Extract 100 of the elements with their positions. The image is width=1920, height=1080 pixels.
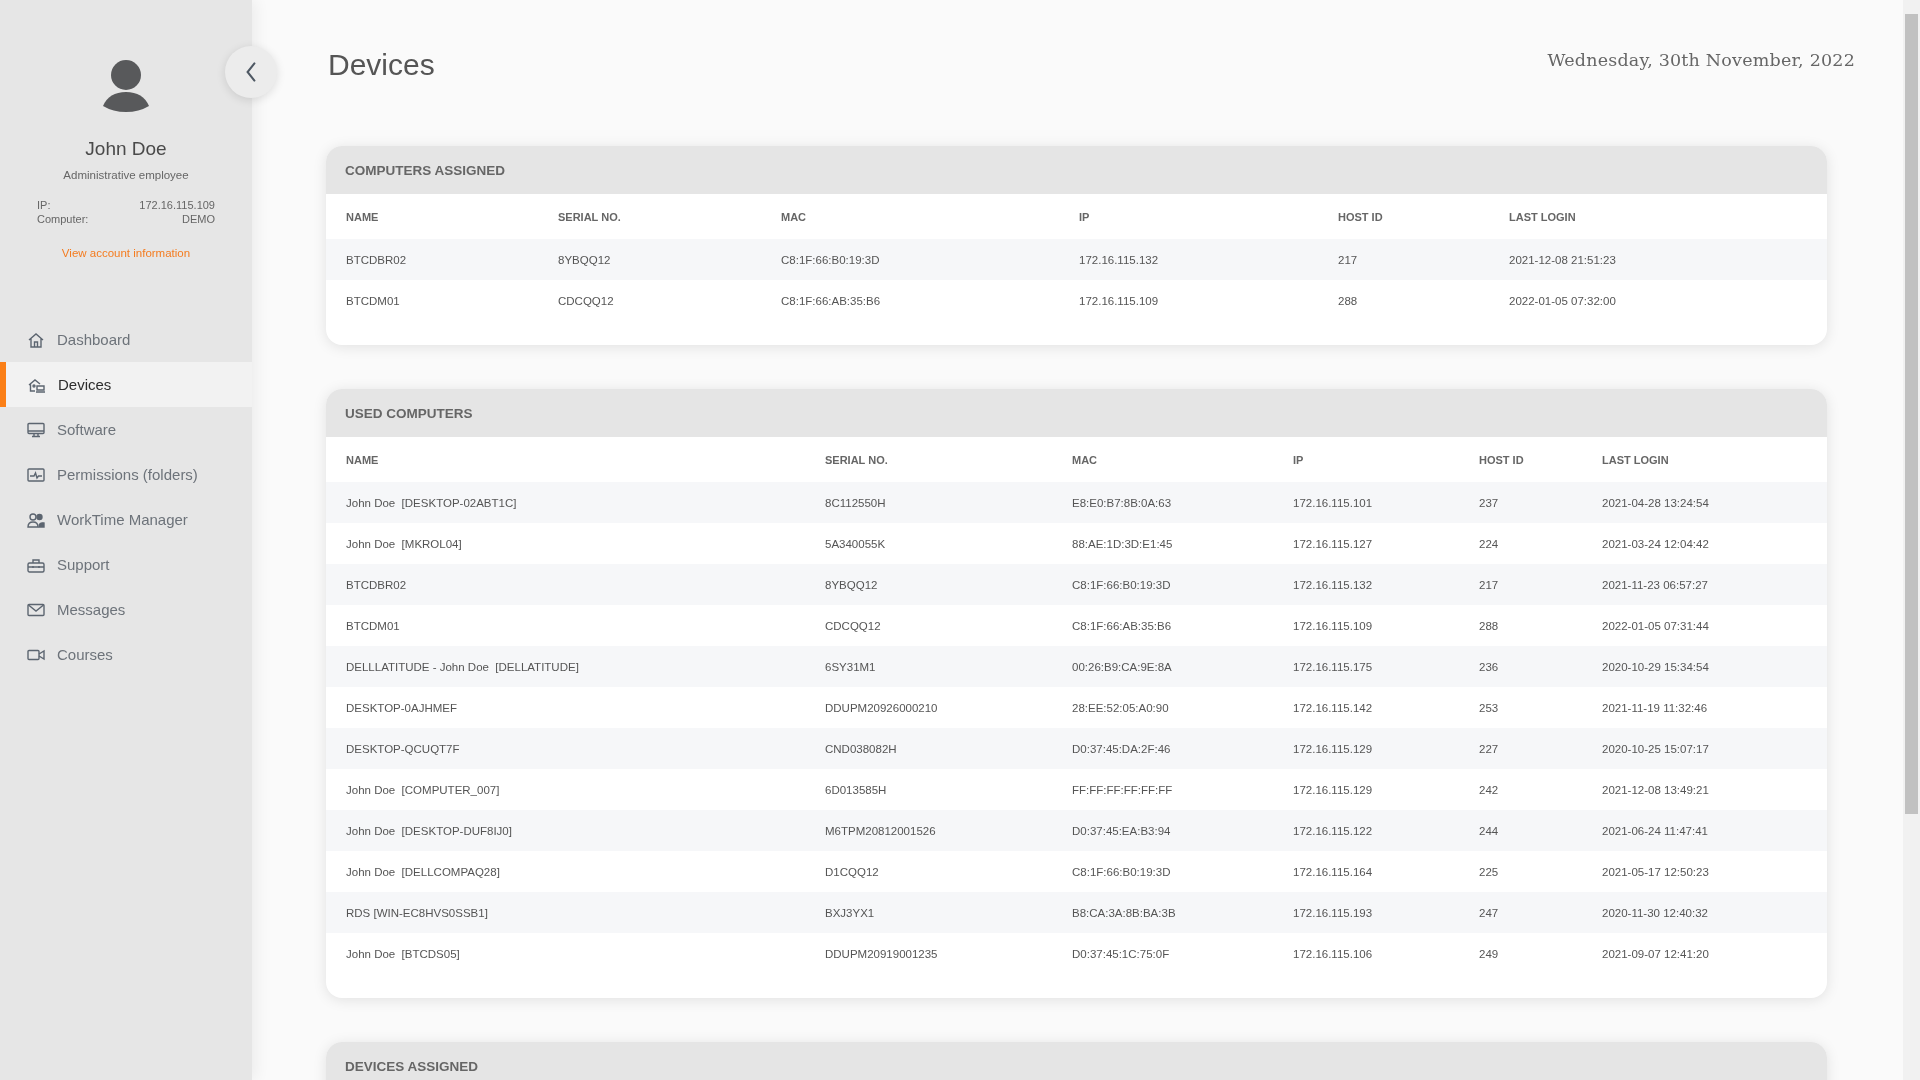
table-cell-text: 237 — [1479, 496, 1500, 509]
table-cell-text: 172.16.115.109 — [1293, 619, 1374, 632]
table-cell-text: 172.16.115.132 — [1293, 578, 1374, 591]
nav-item[interactable]: Permissions (folders) — [0, 452, 252, 497]
table-cell-text: 172.16.115.127 — [1293, 537, 1374, 550]
section-title: DEVICES ASSIGNED — [345, 1058, 479, 1074]
table-cell-text: 2021-03-24 12:04:42 — [1602, 537, 1710, 550]
info-value: 172.16.115.109 — [139, 199, 215, 211]
column-header: HOST ID — [1338, 210, 1384, 223]
toolbox-icon — [27, 556, 45, 573]
people-icon — [27, 511, 45, 528]
table-cell-text: 172.16.115.175 — [1293, 660, 1374, 673]
nav-item[interactable]: Software — [0, 407, 252, 452]
table-cell-text: 288 — [1338, 294, 1359, 307]
table-cell-text: RDS [WIN-EC8HVS0SSB1] — [346, 906, 489, 919]
table-cell-text: 2021-11-23 06:57:27 — [1602, 578, 1709, 591]
table-cell-text: CND038082H — [825, 742, 898, 755]
table-cell-text: D1CQQ12 — [825, 865, 880, 878]
scrollbar[interactable] — [1903, 0, 1920, 1080]
table-cell-text: 172.16.115.164 — [1293, 865, 1374, 878]
user-role: Administrative employee — [63, 169, 189, 181]
table-cell-text: John Doe [DESKTOP-02ABT1C] — [346, 496, 518, 509]
table-cell-text: 172.16.115.132 — [1079, 253, 1160, 266]
table-cell-text: John Doe [BTCDS05] — [346, 947, 461, 960]
table-cell-text: 00:26:B9:CA:9E:8A — [1072, 660, 1173, 673]
nav-item[interactable]: WorkTime Manager — [0, 497, 252, 542]
table-cell-text: 227 — [1479, 742, 1500, 755]
table-cell-text: C8:1F:66:AB:35:B6 — [781, 294, 882, 307]
table-cell-text: BTCDBR02 — [346, 253, 408, 266]
devices-icon — [28, 376, 46, 393]
column-header: IP — [1293, 453, 1305, 466]
page-title: Devices — [328, 48, 435, 82]
table-cell-text: 2022-01-05 07:31:44 — [1602, 619, 1710, 632]
mail-icon — [27, 601, 45, 618]
table-cell-text: 2021-04-28 13:24:54 — [1602, 496, 1710, 509]
table-cell-text: 2021-11-19 11:32:46 — [1602, 701, 1709, 714]
table-cell-text: John Doe [DELLCOMPAQ28] — [346, 865, 501, 878]
table-cell-text: 253 — [1479, 701, 1500, 714]
column-header: SERIAL NO. — [825, 453, 889, 466]
table-cell-text: 236 — [1479, 660, 1500, 673]
account-link[interactable]: View account information — [61, 247, 191, 259]
column-header: NAME — [346, 210, 380, 223]
table-cell-text: CDCQQ12 — [558, 294, 615, 307]
table-cell-text: C8:1F:66:AB:35:B6 — [1072, 619, 1173, 632]
table-cell-text: 2020-10-29 15:34:54 — [1602, 660, 1710, 673]
table-cell-text: 8C112550H — [825, 496, 887, 509]
table-cell-text: 2020-11-30 12:40:32 — [1602, 906, 1709, 919]
section-title: USED COMPUTERS — [345, 405, 473, 421]
table-cell-text: 6SY31M1 — [825, 660, 877, 673]
table-cell-text: BTCDBR02 — [346, 578, 408, 591]
table-cell-text: 242 — [1479, 783, 1500, 796]
nav-item[interactable]: Devices — [0, 362, 252, 407]
table-cell-text: 172.16.115.122 — [1293, 824, 1374, 837]
table-cell-text: BTCDM01 — [346, 294, 401, 307]
column-header: MAC — [1072, 453, 1099, 466]
column-header: HOST ID — [1479, 453, 1525, 466]
table-cell-text: 2021-09-07 12:41:20 — [1602, 947, 1710, 960]
table-cell-text: 8YBQQ12 — [825, 578, 879, 591]
table-cell-text: 2022-01-05 07:32:00 — [1509, 294, 1617, 307]
table-cell-text: 2021-12-08 21:51:23 — [1509, 253, 1617, 266]
column-header: LAST LOGIN — [1602, 453, 1670, 466]
table-cell-text: John Doe [COMPUTER_007] — [346, 783, 501, 796]
table-cell-text: 225 — [1479, 865, 1500, 878]
date-text: Wednesday, 30th November, 2022 — [1547, 50, 1855, 70]
nav-item[interactable]: Courses — [0, 632, 252, 677]
table-cell-text: DESKTOP-0AJHMEF — [346, 701, 458, 714]
table-cell-text: CDCQQ12 — [825, 619, 882, 632]
nav-item[interactable]: Dashboard — [0, 317, 252, 362]
table-cell-text: DDUPM20919001235 — [825, 947, 939, 960]
table-cell-text: FF:FF:FF:FF:FF:FF — [1072, 783, 1174, 796]
info-label: IP: — [37, 199, 51, 211]
nav-item[interactable]: Support — [0, 542, 252, 587]
table-cell-text: D0:37:45:EA:B3:94 — [1072, 824, 1172, 837]
collapse-sidebar-button[interactable] — [225, 46, 277, 98]
table-cell-text: 2020-10-25 15:07:17 — [1602, 742, 1710, 755]
table-cell-text: 217 — [1479, 578, 1500, 591]
table-cell-text: M6TPM20812001526 — [825, 824, 937, 837]
column-header: LAST LOGIN — [1509, 210, 1577, 223]
table-cell-text: 172.16.115.129 — [1293, 783, 1374, 796]
table-cell-text: 217 — [1338, 253, 1359, 266]
table-cell-text: C8:1F:66:B0:19:3D — [1072, 865, 1172, 878]
table-cell-text: 244 — [1479, 824, 1500, 837]
column-header: IP — [1079, 210, 1091, 223]
table-cell-text: 172.16.115.109 — [1079, 294, 1160, 307]
table-cell-text: 172.16.115.101 — [1293, 496, 1374, 509]
table-cell-text: C8:1F:66:B0:19:3D — [1072, 578, 1172, 591]
nav-item[interactable]: Messages — [0, 587, 252, 632]
table-cell-text: BXJ3YX1 — [825, 906, 876, 919]
column-header: SERIAL NO. — [558, 210, 622, 223]
user-avatar-icon — [101, 60, 151, 112]
table-cell-text: 88:AE:1D:3D:E1:45 — [1072, 537, 1174, 550]
user-name: John Doe — [85, 138, 167, 160]
table-cell-text: 2021-12-08 13:49:21 — [1602, 783, 1710, 796]
info-label: Computer: — [37, 213, 89, 225]
table-cell-text: C8:1F:66:B0:19:3D — [781, 253, 881, 266]
table-cell-text: John Doe [MKROL04] — [346, 537, 463, 550]
section-title: COMPUTERS ASSIGNED — [345, 162, 506, 178]
table-cell-text: 8YBQQ12 — [558, 253, 612, 266]
table-cell-text: E8:E0:B7:8B:0A:63 — [1072, 496, 1173, 509]
table-cell-text: 2021-05-17 12:50:23 — [1602, 865, 1710, 878]
